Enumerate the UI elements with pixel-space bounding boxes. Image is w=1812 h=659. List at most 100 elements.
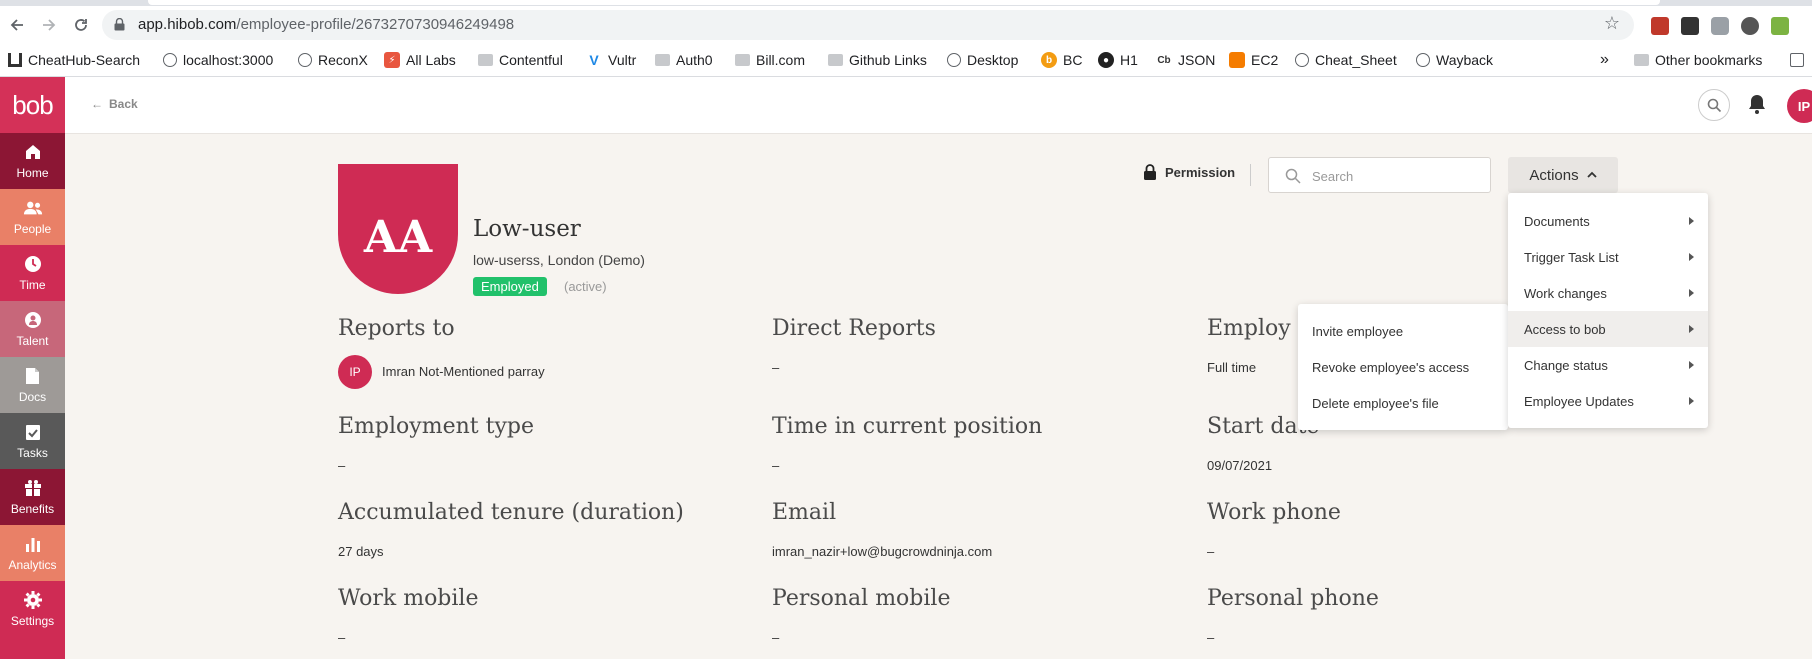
menu-item-trigger-task-list[interactable]: Trigger Task List [1508,239,1708,275]
sidebar-item-people[interactable]: People [0,189,65,245]
globe-icon [298,53,312,67]
sidebar-item-docs[interactable]: Docs [0,357,65,413]
sidebar-item-home[interactable]: Home [0,133,65,189]
folder-icon [655,54,670,66]
sidebar-item-analytics[interactable]: Analytics [0,525,65,581]
field-value-start-date: 09/07/2021 [1207,458,1273,473]
field-label-time-in-position: Time in current position [772,414,1043,439]
access-submenu: Invite employee Revoke employee's access… [1298,304,1508,430]
reload-icon[interactable] [70,14,92,36]
field-value-direct-reports: – [772,360,780,375]
back-arrow-icon[interactable] [6,14,28,36]
menu-item-label: Work changes [1524,285,1607,301]
folder-icon [828,54,843,66]
bookmark-vultr[interactable]: V Vultr [586,49,636,71]
search-field[interactable] [1268,157,1491,193]
employee-subtitle: low-userss, London (Demo) [473,252,645,268]
menu-item-access-to-bob[interactable]: Access to bob [1508,311,1708,347]
reading-list-icon[interactable] [1790,49,1810,71]
more-bookmarks-chevron[interactable]: » [1600,49,1609,71]
tasks-icon [23,423,43,441]
back-label: Back [109,97,138,111]
manager-avatar[interactable]: IP [338,355,372,389]
field-label-employment-type: Employment type [338,414,534,439]
employee-name: Low-user [473,216,581,242]
extension-camera-icon[interactable] [1711,17,1729,35]
sidebar-item-label: Talent [16,333,49,348]
sidebar-item-time[interactable]: Time [0,245,65,301]
submenu-delete-file[interactable]: Delete employee's file [1298,385,1508,421]
people-icon [23,199,43,217]
field-label-accumulated-tenure: Accumulated tenure (duration) [338,500,684,525]
field-value-email[interactable]: imran_nazir+low@bugcrowdninja.com [772,544,992,559]
menu-item-work-changes[interactable]: Work changes [1508,275,1708,311]
bookmark-auth0[interactable]: Auth0 [655,49,713,71]
forward-arrow-icon[interactable] [38,14,60,36]
sidebar-item-tasks[interactable]: Tasks [0,413,65,469]
extension-mask-icon[interactable] [1741,17,1759,35]
address-bar[interactable]: app.hibob.com/employee-profile/267327073… [102,10,1634,40]
extension-briefcase-icon[interactable] [1651,17,1669,35]
back-link[interactable]: ← Back [91,97,138,111]
menu-item-employee-updates[interactable]: Employee Updates [1508,383,1708,419]
submenu-invite-employee[interactable]: Invite employee [1298,313,1508,349]
field-label-reports-to: Reports to [338,316,455,341]
field-label-personal-mobile: Personal mobile [772,586,951,611]
home-icon [8,53,22,67]
bookmark-contentful[interactable]: Contentful [478,49,563,71]
menu-item-change-status[interactable]: Change status [1508,347,1708,383]
divider [1250,164,1251,186]
sidebar-item-talent[interactable]: Talent [0,301,65,357]
bookmark-label: Cheat_Sheet [1315,52,1397,68]
talent-icon [23,311,43,329]
bookmark-json[interactable]: Cb JSON [1156,49,1215,71]
bookmark-h1[interactable]: ● H1 [1098,49,1138,71]
bookmark-ec2[interactable]: EC2 [1229,49,1278,71]
bookmark-reconx[interactable]: ReconX [298,49,368,71]
sidebar-item-settings[interactable]: Settings [0,581,65,637]
extension-badge-icon[interactable] [1771,17,1789,35]
globe-icon [163,53,177,67]
field-label-email: Email [772,500,837,525]
bookmark-localhost[interactable]: localhost:3000 [163,49,273,71]
bookmark-billcom[interactable]: Bill.com [735,49,805,71]
status-note: (active) [564,279,607,294]
bookmark-star-icon[interactable]: ☆ [1604,13,1620,34]
bookmark-label: Auth0 [676,52,713,68]
submenu-revoke-access[interactable]: Revoke employee's access [1298,349,1508,385]
notification-bell-icon[interactable] [1747,93,1767,115]
bookmark-label: Other bookmarks [1655,52,1763,68]
bookmark-desktop[interactable]: Desktop [947,49,1018,71]
permission-button[interactable]: Permission [1143,164,1235,180]
caret-right-icon [1689,325,1694,333]
bookmark-cheat-sheet[interactable]: Cheat_Sheet [1295,49,1397,71]
field-value-reports-to[interactable]: Imran Not-Mentioned parray [382,364,545,379]
header-search-button[interactable] [1698,89,1730,121]
menu-item-label: Trigger Task List [1524,249,1619,265]
bookmark-cheathub[interactable]: CheatHub-Search [8,49,140,71]
folder-icon [735,54,750,66]
actions-button[interactable]: Actions [1508,157,1618,193]
search-icon [1707,98,1721,112]
menu-item-documents[interactable]: Documents [1508,203,1708,239]
menu-item-label: Employee Updates [1524,393,1634,409]
bookmark-all-labs[interactable]: ⚡ All Labs [384,49,456,71]
field-label-work-mobile: Work mobile [338,586,479,611]
bookmark-bc[interactable]: b BC [1041,49,1082,71]
bookmarks-bar: CheatHub-Search localhost:3000 ReconX ⚡ A… [0,44,1812,77]
url-text: app.hibob.com/employee-profile/267327073… [138,16,514,33]
extension-monitor-icon[interactable] [1681,17,1699,35]
caret-right-icon [1689,253,1694,261]
bookmark-github-links[interactable]: Github Links [828,49,927,71]
bookmark-wayback[interactable]: Wayback [1416,49,1493,71]
search-input[interactable] [1312,166,1482,186]
bc-icon: b [1041,52,1057,68]
aws-cube-icon [1229,52,1245,68]
chevron-up-icon [1586,171,1597,178]
sidebar-item-benefits[interactable]: Benefits [0,469,65,525]
app-header: ← Back IP [65,77,1812,134]
other-bookmarks[interactable]: Other bookmarks [1634,49,1762,71]
bob-logo[interactable]: bob [0,77,65,133]
user-avatar[interactable]: IP [1787,89,1812,123]
bookmark-label: Contentful [499,52,563,68]
